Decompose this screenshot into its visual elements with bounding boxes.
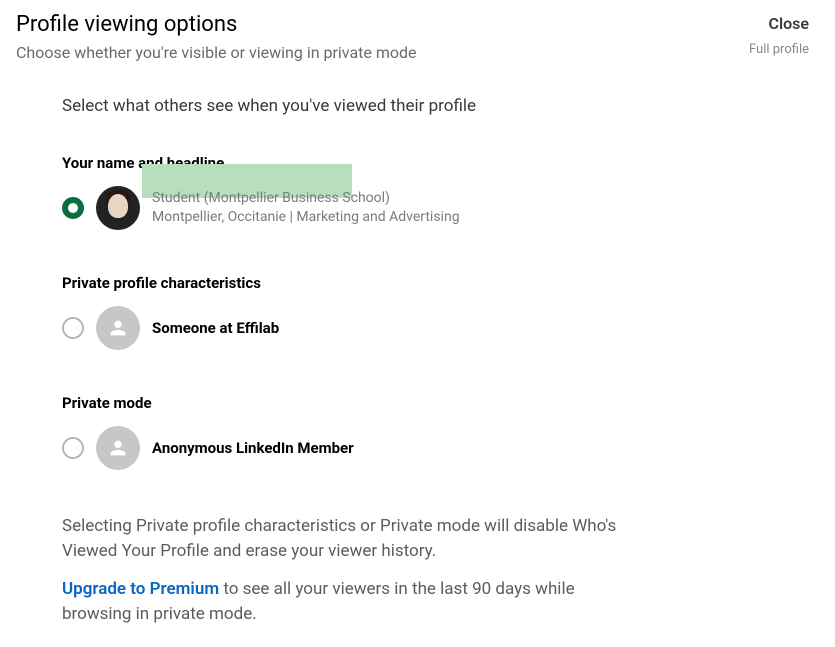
- person-icon: [107, 437, 129, 459]
- content: Select what others see when you've viewe…: [62, 96, 819, 627]
- header: Profile viewing options Choose whether y…: [16, 12, 819, 62]
- option-semi-label: Private profile characteristics: [62, 274, 819, 292]
- instruction-text: Select what others see when you've viewe…: [62, 96, 819, 116]
- disclaimer-line1: Selecting Private profile characteristic…: [62, 514, 642, 563]
- option-semi-private: Private profile characteristics Someone …: [62, 274, 819, 350]
- disclaimer: Selecting Private profile characteristic…: [62, 514, 642, 627]
- person-icon: [107, 317, 129, 339]
- option-private-label: Private mode: [62, 394, 819, 412]
- option-private: Private mode Anonymous LinkedIn Member: [62, 394, 819, 470]
- option-full-visibility: Your name and headline Student (Montpell…: [62, 154, 819, 230]
- profile-headline: Student (Montpellier Business School): [152, 189, 460, 208]
- page-subtitle: Choose whether you're visible or viewing…: [16, 43, 819, 62]
- avatar-placeholder-icon: [96, 306, 140, 350]
- option-private-row[interactable]: Anonymous LinkedIn Member: [62, 426, 819, 470]
- page-title: Profile viewing options: [16, 12, 819, 37]
- option-full-text: Student (Montpellier Business School) Mo…: [152, 189, 460, 227]
- radio-private[interactable]: [62, 437, 84, 459]
- close-button[interactable]: Close: [768, 14, 809, 33]
- radio-semi[interactable]: [62, 317, 84, 339]
- upgrade-premium-link[interactable]: Upgrade to Premium: [62, 579, 219, 599]
- option-semi-title: Someone at Effilab: [152, 319, 279, 337]
- option-full-row[interactable]: Student (Montpellier Business School) Mo…: [62, 186, 819, 230]
- avatar: [96, 186, 140, 230]
- option-semi-row[interactable]: Someone at Effilab: [62, 306, 819, 350]
- radio-full[interactable]: [62, 197, 84, 219]
- option-private-title: Anonymous LinkedIn Member: [152, 439, 354, 457]
- disclaimer-line2: Upgrade to Premium to see all your viewe…: [62, 577, 642, 626]
- profile-location: Montpellier, Occitanie | Marketing and A…: [152, 208, 460, 227]
- avatar-placeholder-icon: [96, 426, 140, 470]
- full-profile-link[interactable]: Full profile: [749, 42, 809, 57]
